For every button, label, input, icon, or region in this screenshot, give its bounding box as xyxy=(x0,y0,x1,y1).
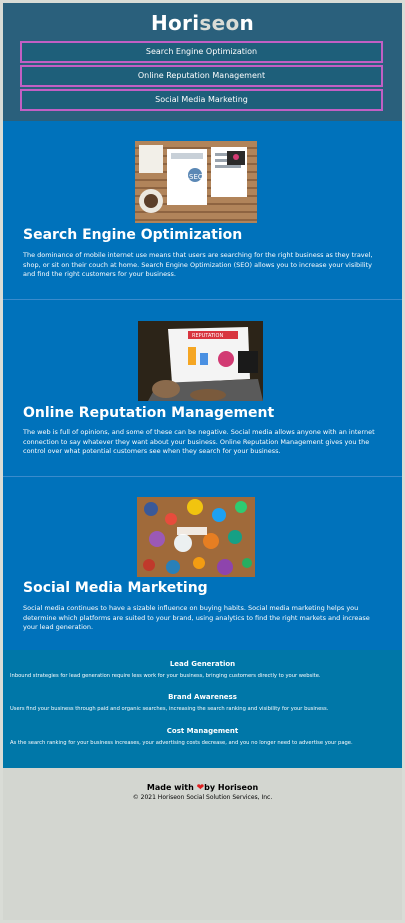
benefit-title-cost-management: Cost Management xyxy=(166,727,239,735)
benefit-title-lead-generation: Lead Generation xyxy=(169,660,236,668)
logo-text-part1: Hori xyxy=(150,11,200,35)
reputation-illustration: REPUTATION xyxy=(138,321,263,401)
section-title-seo: Search Engine Optimization xyxy=(23,227,243,243)
benefit-title-brand-awareness: Brand Awareness xyxy=(168,693,237,701)
reputation-badge-text: REPUTATION xyxy=(192,333,223,339)
logo-text-part3: n xyxy=(239,11,255,35)
section-title-social-media: Social Media Marketing xyxy=(23,580,208,596)
footer-copyright: © 2021 Horiseon Social Solution Services… xyxy=(132,794,273,801)
benefit-text-brand-awareness: Users find your business through paid an… xyxy=(10,706,329,712)
logo[interactable]: Horiseon xyxy=(3,11,402,35)
benefit-text-lead-generation: Inbound strategies for lead generation r… xyxy=(10,673,321,679)
section-text-seo: The dominance of mobile internet use mea… xyxy=(23,251,373,278)
footer-made-with: Made with ❤by Horiseon xyxy=(3,783,402,793)
seo-image: SEO xyxy=(135,141,257,223)
seo-illustration: SEO xyxy=(135,141,257,223)
nav-link-seo[interactable]: Search Engine Optimization xyxy=(20,41,383,63)
nav-link-reputation[interactable]: Online Reputation Management xyxy=(20,65,383,87)
section-text-social-media: Social media continues to have a sizable… xyxy=(23,604,370,631)
reputation-image: REPUTATION xyxy=(138,321,263,401)
benefit-text-cost-management: As the search ranking for your business … xyxy=(10,740,353,746)
section-seo: SEO Search Engine Optimization The domin… xyxy=(3,121,402,299)
benefits-sidebar: Lead Generation Inbound strategies for l… xyxy=(3,650,402,768)
section-social-media: Social Media Marketing Social media cont… xyxy=(3,476,402,650)
footer-made-with-text: Made with xyxy=(146,783,194,792)
main-content: SEO Search Engine Optimization The domin… xyxy=(3,121,402,650)
footer: Made with ❤by Horiseon © 2021 Horiseon S… xyxy=(3,768,402,920)
footer-by-text: by Horiseon xyxy=(204,783,259,792)
logo-text-seo: seo xyxy=(199,11,240,35)
page: Horiseon Search Engine Optimization Onli… xyxy=(3,3,402,920)
social-media-image xyxy=(137,497,255,577)
nav-link-social-media[interactable]: Social Media Marketing xyxy=(20,89,383,111)
section-title-reputation: Online Reputation Management xyxy=(23,405,275,421)
header: Horiseon Search Engine Optimization Onli… xyxy=(3,3,402,121)
social-media-illustration xyxy=(137,497,255,577)
seo-badge-text: SEO xyxy=(189,173,204,181)
section-reputation: REPUTATION Online Reputation Management … xyxy=(3,299,402,476)
section-text-reputation: The web is full of opinions, and some of… xyxy=(23,428,375,455)
